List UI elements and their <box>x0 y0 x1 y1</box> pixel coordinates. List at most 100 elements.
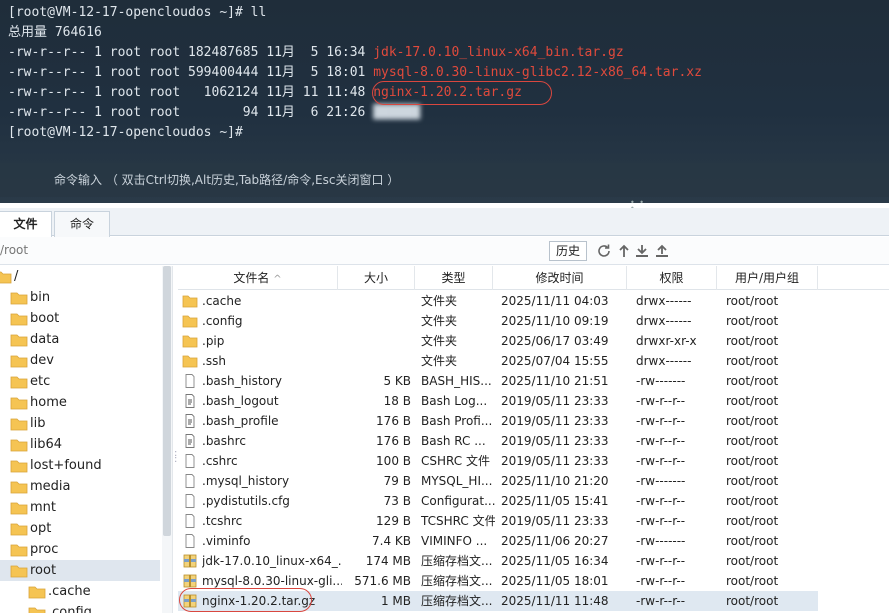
tree-item[interactable]: boot <box>0 308 160 329</box>
file-row[interactable]: .pip 文件夹 2025/06/17 03:49 drwxr-xr-x root/ro… <box>178 331 818 351</box>
file-name: .tcshrc <box>202 514 243 528</box>
entry-meta: -rw-r--r-- 1 root root 599400444 11月 5 1… <box>8 65 374 80</box>
tree-item-label: bin <box>30 290 51 305</box>
folder-icon <box>182 355 198 368</box>
file-icon <box>185 534 195 548</box>
file-row[interactable]: .mysql_history 79 B MYSQL_HI... 2025/11/10 … <box>178 471 818 491</box>
column-header-mtime[interactable]: 修改时间 <box>493 266 627 290</box>
file-owner: root/root <box>726 594 779 608</box>
folder-icon <box>10 481 28 494</box>
tree-scrollbar-thumb[interactable] <box>163 266 171 536</box>
file-size: 571.6 MB <box>354 574 411 588</box>
file-row[interactable]: .viminfo 7.4 KB VIMINFO ... 2025/11/06 20:2… <box>178 531 818 551</box>
terminal-entry-line: -rw-r--r-- 1 root root 599400444 11月 5 1… <box>8 63 702 83</box>
file-list[interactable]: 文件名 ^ 大小 类型 修改时间 权限 用户/用户组 .cache 文件夹 2025… <box>178 266 889 613</box>
panel-resize-grip[interactable]: • • • <box>630 199 646 213</box>
tree-item[interactable]: etc <box>0 371 160 392</box>
folder-icon <box>10 544 28 557</box>
file-permission: -rw------- <box>636 374 686 388</box>
file-row[interactable]: .pydistutils.cfg 73 B Configurat... 2025/11… <box>178 491 818 511</box>
upload-icon[interactable] <box>653 242 671 260</box>
refresh-icon[interactable] <box>595 242 613 260</box>
splitter-grip[interactable]: :: <box>174 449 177 465</box>
file-permission: drwx------ <box>636 314 692 328</box>
tree-item[interactable]: mnt <box>0 497 160 518</box>
tree-scrollbar[interactable] <box>162 266 172 613</box>
file-permission: -rw-r--r-- <box>636 494 686 508</box>
file-type: 文件夹 <box>421 314 458 328</box>
file-mtime: 2019/05/11 23:33 <box>501 454 609 468</box>
tree-item[interactable]: lost+found <box>0 455 160 476</box>
folder-icon <box>182 335 198 348</box>
file-mtime: 2019/05/11 23:33 <box>501 414 609 428</box>
tree-item-label: home <box>30 395 67 410</box>
file-mtime: 2025/07/04 15:55 <box>501 354 609 368</box>
terminal-panel[interactable]: [root@VM-12-17-opencloudos ~]# ll 总用量 76… <box>0 0 889 203</box>
file-permission: -rw-r--r-- <box>636 554 686 568</box>
file-row[interactable]: .bash_logout 18 B Bash Log... 2019/05/11 23… <box>178 391 818 411</box>
tree-item-label: .cache <box>48 584 91 599</box>
column-header-owner[interactable]: 用户/用户组 <box>717 266 818 290</box>
tree-item[interactable]: lib64 <box>0 434 160 455</box>
file-row[interactable]: .cshrc 100 B CSHRC 文件 2019/05/11 23:33 -rw-r… <box>178 451 818 471</box>
file-name: .pydistutils.cfg <box>202 494 290 508</box>
file-name: .bash_history <box>202 374 282 388</box>
upload-folder-icon[interactable] <box>615 242 633 260</box>
file-row[interactable]: .ssh 文件夹 2025/07/04 15:55 drwx------ root/ro… <box>178 351 818 371</box>
column-header-size[interactable]: 大小 <box>338 266 415 290</box>
file-row[interactable]: .config 文件夹 2025/11/10 09:19 drwx------ root… <box>178 311 818 331</box>
file-mtime: 2025/11/11 11:48 <box>501 594 609 608</box>
file-permission: -rw-r--r-- <box>636 594 686 608</box>
file-row[interactable]: .bash_profile 176 B Bash Profi... 2019/05/1… <box>178 411 818 431</box>
file-size <box>338 351 411 371</box>
file-name: .cshrc <box>202 454 238 468</box>
tree-item-label: root <box>30 563 57 578</box>
folder-icon <box>10 376 28 389</box>
column-header-name[interactable]: 文件名 ^ <box>178 266 338 290</box>
tree-item[interactable]: .config <box>0 602 160 613</box>
file-owner: root/root <box>726 354 779 368</box>
file-row[interactable]: .cache 文件夹 2025/11/11 04:03 drwx------ root/… <box>178 291 818 311</box>
file-size: 176 B <box>376 434 411 448</box>
tree-item[interactable]: root <box>0 560 160 581</box>
archive-icon <box>183 574 197 588</box>
tree-item[interactable]: opt <box>0 518 160 539</box>
tab-files[interactable]: 文件 <box>0 211 52 237</box>
path-input[interactable]: /root <box>0 243 28 257</box>
script-icon <box>185 394 195 408</box>
tree-item[interactable]: data <box>0 329 160 350</box>
tab-commands[interactable]: 命令 <box>54 211 110 237</box>
file-mtime: 2019/05/11 23:33 <box>501 394 609 408</box>
terminal-entry-line: -rw-r--r-- 1 root root 182487685 11月 5 1… <box>8 43 624 63</box>
command-input-bar[interactable]: 命令输入 （ 双击Ctrl切换,Alt历史,Tab路径/命令,Esc关闭窗口 ） <box>0 163 889 197</box>
file-name: .pip <box>202 334 225 348</box>
table-header: 文件名 ^ 大小 类型 修改时间 权限 用户/用户组 <box>178 266 889 290</box>
terminal-total-line: 总用量 764616 <box>8 25 102 40</box>
tree-item[interactable]: / <box>0 266 160 287</box>
download-icon[interactable] <box>633 242 651 260</box>
file-type: Bash Log... <box>421 394 488 408</box>
file-row[interactable]: .bashrc 176 B Bash RC ... 2019/05/11 23:33 -… <box>178 431 818 451</box>
tree-item[interactable]: proc <box>0 539 160 560</box>
file-row[interactable]: jdk-17.0.10_linux-x64_... 174 MB 压缩存档文... 2… <box>178 551 818 571</box>
tree-item[interactable]: dev <box>0 350 160 371</box>
history-button[interactable]: 历史 <box>549 241 587 261</box>
directory-tree[interactable]: / bin boot data dev etc home lib lib64 lost+found… <box>0 266 172 613</box>
folder-icon <box>10 334 28 347</box>
column-header-permission[interactable]: 权限 <box>627 266 717 290</box>
file-owner: root/root <box>726 514 779 528</box>
file-row[interactable]: .bash_history 5 KB BASH_HIS... 2025/11/10 2… <box>178 371 818 391</box>
file-size: 176 B <box>376 414 411 428</box>
file-row[interactable]: .tcshrc 129 B TCSHRC 文件 2019/05/11 23:33 -rw… <box>178 511 818 531</box>
column-header-type[interactable]: 类型 <box>415 266 493 290</box>
tree-item[interactable]: bin <box>0 287 160 308</box>
tree-item[interactable]: media <box>0 476 160 497</box>
folder-icon <box>10 565 28 578</box>
tree-item[interactable]: .cache <box>0 581 160 602</box>
tree-item-label: data <box>30 332 60 347</box>
sort-ascending-icon: ^ <box>273 274 282 285</box>
tree-item[interactable]: home <box>0 392 160 413</box>
file-icon <box>185 514 195 528</box>
tree-item[interactable]: lib <box>0 413 160 434</box>
tree-item-label: mnt <box>30 500 56 515</box>
